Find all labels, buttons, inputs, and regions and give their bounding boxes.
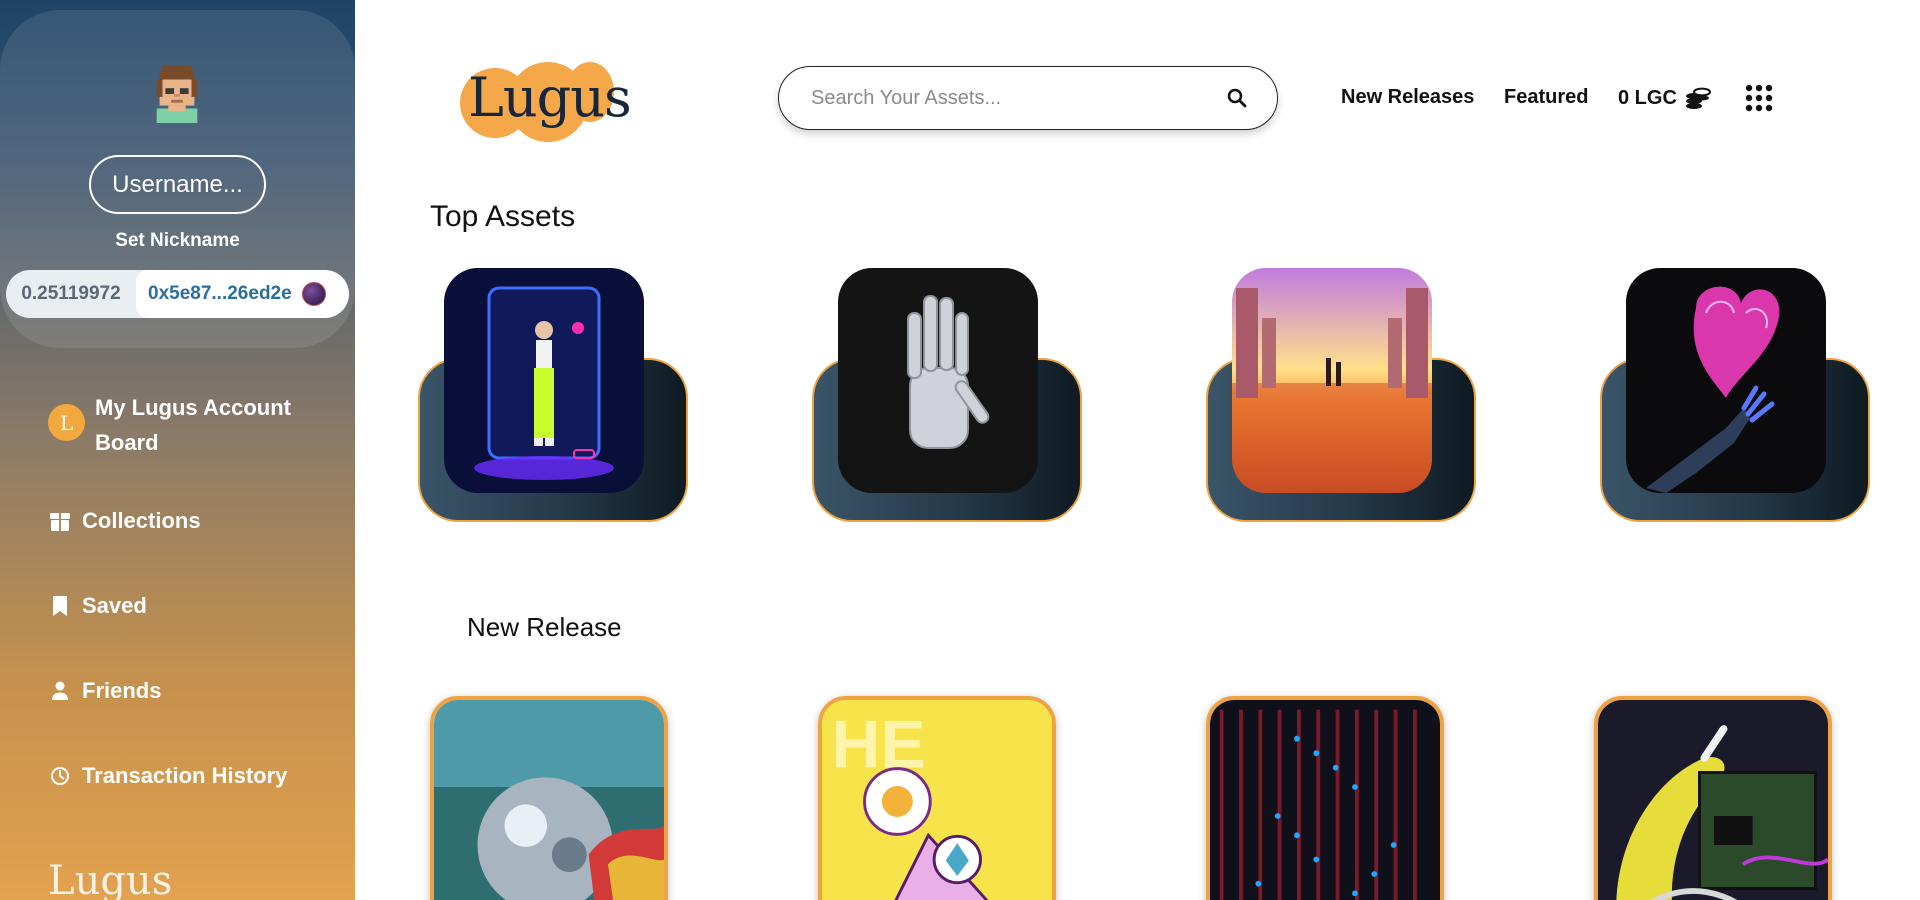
new-release-card[interactable] [430, 696, 668, 900]
lgc-balance-text: 0 LGC [1618, 86, 1677, 109]
wallet-address[interactable]: 0x5e87...26ed2e [136, 270, 349, 318]
box-icon [48, 509, 72, 533]
wallet-balance: 0.25119972 [21, 283, 121, 304]
top-asset-card[interactable] [812, 268, 1082, 522]
sidebar-item-label: Friends [82, 678, 162, 703]
person-icon [48, 679, 72, 703]
top-assets-title: Top Assets [430, 200, 576, 233]
network-icon [301, 282, 326, 306]
asset-image [434, 700, 664, 900]
sidebar-item-friends[interactable]: Friends [48, 678, 161, 704]
sidebar-item-collections[interactable]: Collections [48, 508, 201, 534]
sidebar-item-label: Saved [82, 593, 147, 618]
asset-image [1210, 700, 1440, 900]
username-field[interactable]: Username... [89, 155, 266, 214]
asset-image [1232, 268, 1432, 493]
bookmark-icon [48, 594, 72, 618]
apps-grid-icon[interactable] [1745, 84, 1773, 112]
clock-icon [48, 764, 72, 788]
avatar[interactable] [150, 65, 204, 123]
wallet-info[interactable]: 0.25119972 0x5e87...26ed2e [6, 270, 349, 318]
sidebar-footer-logo: Lugus [48, 858, 173, 900]
new-release-card[interactable] [1206, 696, 1444, 900]
sidebar: Username... Set Nickname 0.25119972 0x5e… [0, 0, 355, 900]
top-asset-card[interactable] [1600, 268, 1870, 522]
sidebar-item-saved[interactable]: Saved [48, 593, 147, 619]
wallet-address-text: 0x5e87...26ed2e [148, 283, 292, 304]
asset-image [1626, 268, 1826, 493]
sidebar-item-account-board[interactable]: L My Lugus Account Board [48, 390, 315, 460]
sidebar-item-transaction-history[interactable]: Transaction History [48, 763, 287, 789]
lugus-logo[interactable]: Lugus [460, 58, 632, 142]
coins-icon [1685, 87, 1711, 109]
search-icon[interactable] [1225, 86, 1249, 110]
asset-image [444, 268, 644, 493]
asset-image [1598, 700, 1828, 900]
nav-featured[interactable]: Featured [1504, 86, 1588, 109]
top-asset-card[interactable] [1206, 268, 1476, 522]
sidebar-item-label: Collections [82, 508, 201, 533]
profile-card: Username... Set Nickname 0.25119972 0x5e… [0, 10, 355, 348]
new-release-title: New Release [467, 612, 622, 642]
set-nickname-button[interactable]: Set Nickname [0, 230, 355, 252]
sidebar-item-label: My Lugus Account Board [95, 395, 291, 455]
search-bar [778, 66, 1278, 130]
nav-new-releases[interactable]: New Releases [1341, 86, 1474, 109]
top-asset-card[interactable] [418, 268, 688, 522]
search-input[interactable] [811, 86, 1225, 110]
lugus-badge-icon: L [48, 404, 85, 441]
asset-image [838, 268, 1038, 493]
logo-text: Lugus [468, 66, 632, 129]
sidebar-item-label: Transaction History [82, 763, 288, 788]
new-release-card[interactable]: HE [818, 696, 1056, 900]
lgc-balance[interactable]: 0 LGC [1618, 86, 1711, 110]
asset-image: HE [822, 700, 1052, 900]
new-release-card[interactable] [1594, 696, 1832, 900]
